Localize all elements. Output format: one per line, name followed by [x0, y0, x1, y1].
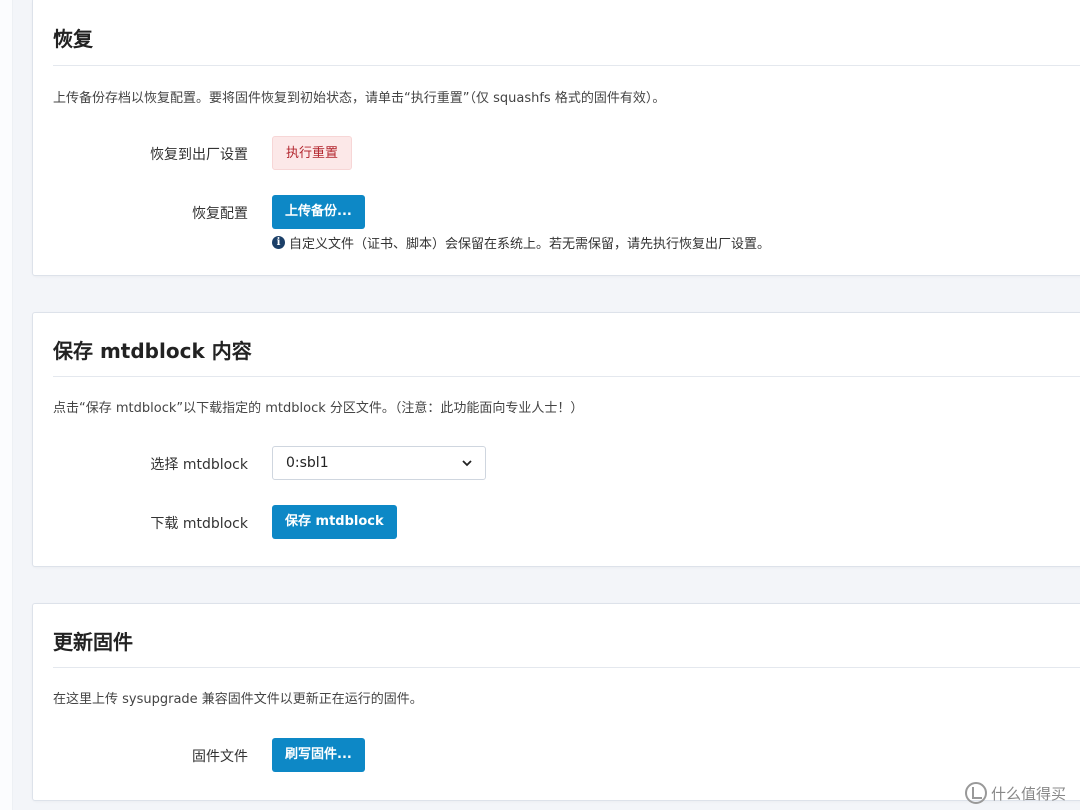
mtdblock-title: 保存 mtdblock 内容 — [53, 339, 252, 363]
mtdblock-divider — [53, 376, 1080, 377]
mtdblock-select-value: 0:sbl1 — [286, 455, 329, 471]
restore-hint: i 自定义文件（证书、脚本）会保留在系统上。若无需保留，请先执行恢复出厂设置。 — [272, 233, 770, 252]
factory-reset-label: 恢复到出厂设置 — [150, 147, 248, 163]
firmware-divider — [53, 667, 1080, 668]
firmware-section: 更新固件 在这里上传 sysupgrade 兼容固件文件以更新正在运行的固件。 … — [32, 603, 1080, 801]
sidebar-edge — [0, 0, 13, 810]
mtdblock-select[interactable]: 0:sbl1 — [272, 446, 486, 480]
firmware-file-label: 固件文件 — [192, 749, 248, 765]
firmware-title: 更新固件 — [53, 630, 133, 654]
restore-divider — [53, 65, 1080, 66]
select-mtdblock-label: 选择 mtdblock — [150, 457, 248, 473]
restore-config-label: 恢复配置 — [192, 206, 248, 222]
page: 恢复 上传备份存档以恢复配置。要将固件恢复到初始状态，请单击“执行重置”（仅 s… — [0, 0, 1080, 810]
restore-section: 恢复 上传备份存档以恢复配置。要将固件恢复到初始状态，请单击“执行重置”（仅 s… — [32, 0, 1080, 276]
restore-description: 上传备份存档以恢复配置。要将固件恢复到初始状态，请单击“执行重置”（仅 squa… — [53, 91, 666, 106]
save-mtdblock-button[interactable]: 保存 mtdblock — [272, 505, 397, 539]
flash-firmware-button[interactable]: 刷写固件... — [272, 738, 365, 772]
info-icon: i — [272, 236, 285, 249]
watermark-text: 什么值得买 — [990, 784, 1066, 803]
upload-backup-button[interactable]: 上传备份... — [272, 195, 365, 229]
mtdblock-section: 保存 mtdblock 内容 点击“保存 mtdblock”以下载指定的 mtd… — [32, 312, 1080, 567]
watermark: 什么值得买 — [964, 782, 1066, 804]
perform-reset-button[interactable]: 执行重置 — [272, 136, 353, 170]
restore-hint-text: 自定义文件（证书、脚本）会保留在系统上。若无需保留，请先执行恢复出厂设置。 — [289, 237, 771, 252]
restore-title: 恢复 — [53, 27, 93, 51]
firmware-description: 在这里上传 sysupgrade 兼容固件文件以更新正在运行的固件。 — [53, 692, 423, 707]
chevron-down-icon — [462, 460, 472, 467]
smzdm-logo-icon — [964, 782, 987, 804]
mtdblock-description: 点击“保存 mtdblock”以下载指定的 mtdblock 分区文件。（注意：… — [53, 401, 584, 416]
download-mtdblock-label: 下载 mtdblock — [150, 516, 248, 532]
